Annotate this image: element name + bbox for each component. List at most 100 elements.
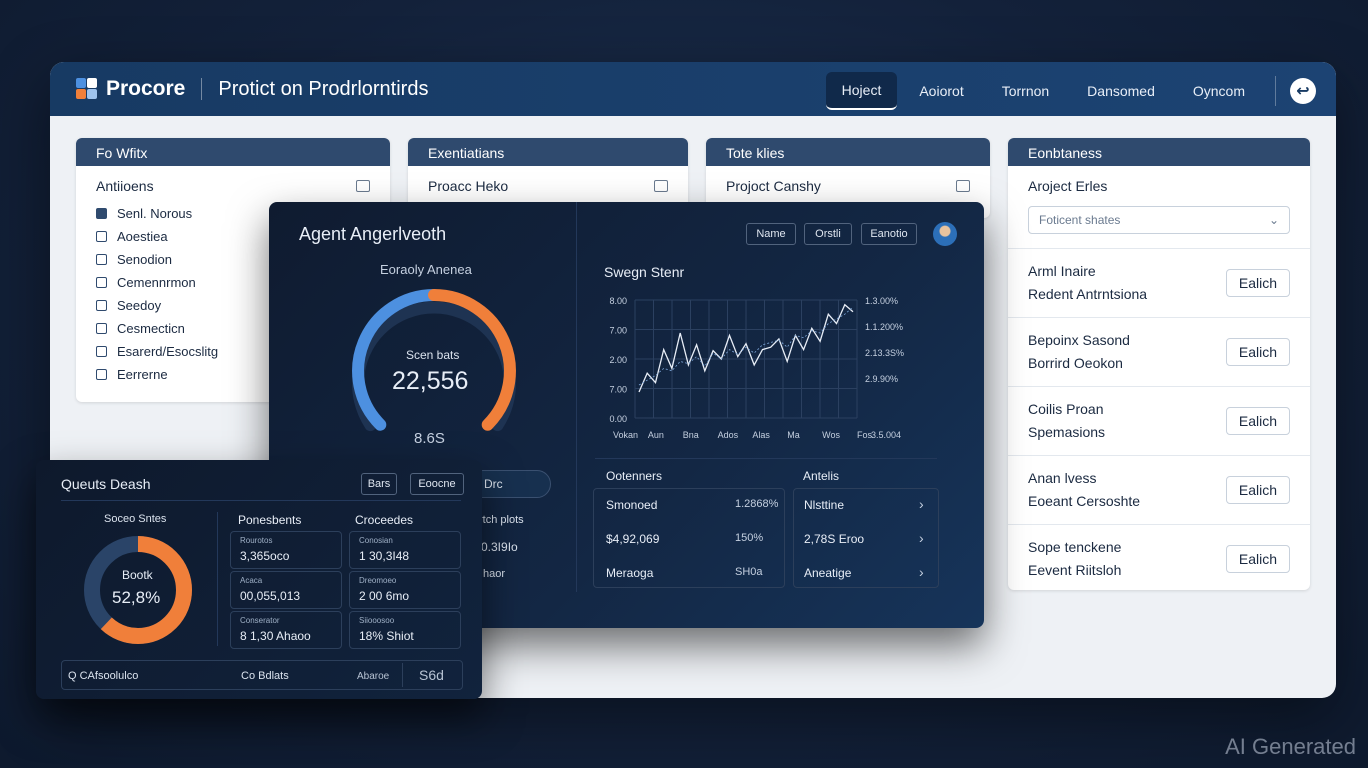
task-list: Arml Inaire Redent Antrntsiona Ealich Bepoi… — [1008, 248, 1310, 590]
task-action-button[interactable]: Ealich — [1226, 407, 1290, 435]
queue-search[interactable]: Q CAfsoolulco — [68, 670, 138, 682]
chevron-down-icon: ⌄ — [1268, 213, 1279, 227]
bar-chart-icon[interactable] — [654, 180, 668, 192]
task-subtitle: Eoeant Cersoshte — [1028, 493, 1141, 509]
queue-cell-value: 3,365oco — [240, 549, 290, 563]
tab-4[interactable]: Dansomed — [1071, 73, 1171, 109]
task-text: Sope tenckene Eevent Riitsloh — [1028, 536, 1121, 582]
right-tick-label: 2.13.3S% — [865, 348, 904, 358]
bars-button[interactable]: Bars — [361, 473, 397, 495]
donut-value: 52,8% — [112, 588, 161, 607]
x-tick-label: Bna — [683, 430, 699, 440]
task-action-button[interactable]: Ealich — [1226, 269, 1290, 297]
task-row: Arml Inaire Redent Antrntsiona Ealich — [1008, 248, 1310, 317]
task-row: Anan lvess Eoeant Cersoshte Ealich — [1008, 455, 1310, 524]
fragment-2: 0.3I9Io — [481, 540, 518, 554]
task-subtitle: Redent Antrntsiona — [1028, 286, 1148, 302]
checkbox[interactable] — [96, 208, 107, 219]
filters-subtitle: Antiioens — [96, 178, 154, 194]
chart-icon[interactable] — [956, 180, 970, 192]
task-action-button[interactable]: Ealich — [1226, 545, 1290, 573]
table-left-cell-a: Smonoed — [606, 498, 658, 512]
tab-5[interactable]: Oyncom — [1177, 73, 1261, 109]
gauge-chart — [352, 289, 516, 432]
agent-avatar[interactable] — [933, 222, 957, 246]
nav-divider — [1275, 76, 1276, 106]
task-row: Coilis Proan Spemasions Ealich — [1008, 386, 1310, 455]
queue-cell-value: 8 1,30 Ahaoo — [240, 629, 311, 643]
donut-label: Bootk — [122, 568, 153, 582]
table-left-cell-a: $4,92,069 — [606, 532, 660, 546]
queue-cell-value: 18% Shiot — [359, 629, 414, 643]
y-tick-label: 0.00 — [609, 414, 627, 424]
donut-caption: Soceo Sntes — [104, 513, 167, 525]
task-text: Bepoinx Sasond Borrird Oeokon — [1028, 329, 1130, 375]
task-subtitle: Spemasions — [1028, 424, 1106, 440]
name-button[interactable]: Name — [746, 223, 796, 245]
watermark-text: AI Generated — [1225, 734, 1356, 759]
x-tick-label: Alas — [752, 430, 770, 440]
queue-cell-label: Conserator — [240, 616, 280, 625]
checkbox[interactable] — [96, 300, 107, 311]
top-nav: Hoject Aoiorot Torrnon Dansomed Oyncom ↩ — [825, 72, 1316, 110]
x-tick-label: Ma — [787, 430, 800, 440]
gauge-sub: 8.6S — [414, 430, 445, 447]
filter-button[interactable]: Orstli — [804, 223, 852, 245]
top-bar: Procore Protict on Prodrlorntirds Hoject… — [50, 62, 1336, 116]
checklist-item-label: Seedoy — [117, 298, 162, 313]
table-left-cell-b: 150% — [735, 532, 764, 544]
filters-card-title: Fo Wfitx — [76, 138, 390, 166]
export-button[interactable]: Eanotio — [861, 223, 917, 245]
totals-subtitle: Projoct Canshy — [726, 178, 821, 194]
chevron-right-icon[interactable]: › — [919, 530, 924, 546]
edit-icon[interactable] — [356, 180, 370, 192]
line-chart: 8.00 7.00 2.00 7.00 0.00 1.3.00% 1.1.200% 2.13.… — [609, 296, 904, 440]
checkbox[interactable] — [96, 254, 107, 265]
tab-project[interactable]: Hoject — [825, 72, 898, 110]
queue-cell-value: 00,055,013 — [240, 589, 301, 603]
status-select[interactable]: Foticent shates ⌄ — [1028, 206, 1290, 234]
queue-footer-mid: Co Bdlats — [241, 670, 289, 682]
queue-divider-top — [61, 500, 461, 501]
user-avatar[interactable]: ↩ — [1290, 78, 1316, 104]
checklist-item-label: Aoestiea — [117, 229, 168, 244]
queue-cell-label: Dreomoeo — [359, 576, 397, 585]
page-title: Protict on Prodrlorntirds — [218, 77, 429, 100]
table-right-cell[interactable]: Nlsttine — [804, 498, 844, 512]
queue-divider-mid — [217, 512, 218, 646]
table-right-cell[interactable]: Aneatige — [804, 566, 851, 580]
queue-cell-value: 1 30,3I48 — [359, 549, 410, 563]
y-tick-label: 7.00 — [609, 385, 627, 395]
queue-cell-value: 2 00 6mo — [359, 589, 410, 603]
gauge-value: 22,556 — [392, 367, 469, 395]
tab-2[interactable]: Aoiorot — [903, 73, 979, 109]
checkbox[interactable] — [96, 369, 107, 380]
checkbox[interactable] — [96, 231, 107, 242]
chevron-right-icon[interactable]: › — [919, 496, 924, 512]
queue-cell-label: Siiooosoo — [359, 616, 395, 625]
checkbox[interactable] — [96, 277, 107, 288]
task-action-button[interactable]: Ealich — [1226, 476, 1290, 504]
status-pill-label: Drc — [484, 477, 503, 491]
task-text: Arml Inaire Redent Antrntsiona — [1028, 260, 1147, 306]
task-row: Sope tenckene Eevent Riitsloh Ealich — [1008, 524, 1310, 590]
checklist-item-label: Esarerd/Esocslitg — [117, 344, 219, 359]
col2-header: Croceedes — [355, 513, 414, 527]
panel-divider — [576, 202, 577, 592]
tab-3[interactable]: Torrnon — [986, 73, 1065, 109]
x-extra-label: 3.5.004 — [871, 430, 901, 440]
table-right-cell[interactable]: 2,78S Eroo — [804, 532, 864, 546]
brand-logo[interactable]: Procore — [76, 77, 185, 101]
chevron-right-icon[interactable]: › — [919, 564, 924, 580]
x-tick-label: Vokan — [613, 430, 638, 440]
task-action-button[interactable]: Ealich — [1226, 338, 1290, 366]
checkbox[interactable] — [96, 323, 107, 334]
checklist-item-label: Senl. Norous — [117, 206, 193, 221]
status-select-placeholder: Foticent shates — [1039, 213, 1121, 227]
agent-panel-title: Agent Angerlveoth — [299, 224, 447, 244]
task-subtitle: Eevent Riitsloh — [1028, 562, 1122, 578]
right-card-title: Eonbtaness — [1008, 138, 1310, 166]
checkbox[interactable] — [96, 346, 107, 357]
queue-footer-value-box[interactable]: S6d — [402, 663, 460, 687]
export-queue-button[interactable]: Eoocne — [410, 473, 464, 495]
